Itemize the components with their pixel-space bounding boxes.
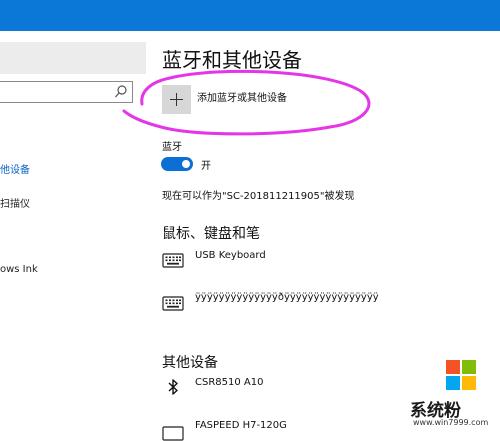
search-input[interactable] xyxy=(1,84,115,105)
section-title-mouse-keyboard: 鼠标、键盘和笔 xyxy=(162,226,260,242)
sidebar-item-scanners[interactable]: 扫描仪 xyxy=(0,195,30,210)
sidebar-item-devices[interactable]: 他设备 xyxy=(0,161,30,176)
watermark-url: www.win7999.com xyxy=(413,418,489,427)
device-name[interactable]: ÿÿÿÿÿÿÿÿÿÿÿÿÿÿðÿÿÿÿÿÿÿÿÿÿÿÿÿÿÿÿ xyxy=(195,292,379,303)
page-title: 蓝牙和其他设备 xyxy=(162,48,302,72)
keyboard-icon xyxy=(162,253,184,268)
search-icon[interactable] xyxy=(114,84,128,100)
bluetooth-state: 开 xyxy=(201,161,211,172)
bluetooth-label: 蓝牙 xyxy=(162,142,182,153)
discoverable-text: 现在可以作为"SC-201811211905"被发现 xyxy=(162,191,355,202)
plus-icon xyxy=(170,93,183,106)
section-title-other-devices: 其他设备 xyxy=(162,355,218,371)
keyboard-icon xyxy=(162,296,184,311)
search-box[interactable] xyxy=(0,81,133,105)
add-device-label[interactable]: 添加蓝牙或其他设备 xyxy=(197,89,287,104)
toggle-knob xyxy=(182,160,190,168)
bluetooth-toggle[interactable] xyxy=(161,157,193,171)
device-name[interactable]: USB Keyboard xyxy=(195,250,266,261)
add-device-button[interactable] xyxy=(162,85,191,114)
sidebar-item-windows-ink[interactable]: ows Ink xyxy=(0,264,38,275)
window-title-bar xyxy=(0,0,500,31)
keyboard-icon xyxy=(162,426,184,441)
bluetooth-icon xyxy=(168,379,178,395)
sidebar-header xyxy=(0,42,146,74)
device-name[interactable]: FASPEED H7-120G xyxy=(195,420,287,431)
device-name[interactable]: CSR8510 A10 xyxy=(195,377,263,388)
windows-logo-icon xyxy=(446,360,476,390)
